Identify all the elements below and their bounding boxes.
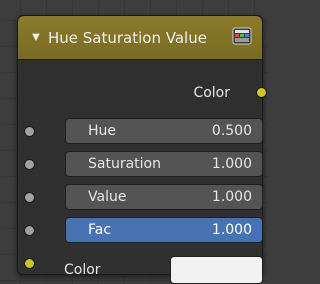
node-title: Hue Saturation Value [48, 29, 207, 47]
color-node-icon [232, 27, 252, 45]
fac-label: Fac [88, 222, 112, 238]
color-input-socket[interactable] [24, 258, 35, 269]
hue-saturation-value-node[interactable]: ▼ Hue Saturation Value Color Hue 0.500 S… [17, 15, 267, 284]
value-value: 1.000 [211, 189, 252, 205]
saturation-socket[interactable] [24, 159, 35, 170]
saturation-value: 1.000 [211, 156, 252, 172]
collapse-triangle-icon[interactable]: ▼ [30, 32, 42, 44]
hue-field[interactable]: Hue 0.500 [65, 118, 263, 144]
hue-label: Hue [88, 123, 117, 139]
saturation-field[interactable]: Saturation 1.000 [65, 151, 263, 177]
node-editor-canvas[interactable]: ▼ Hue Saturation Value Color Hue 0.500 S… [0, 0, 268, 284]
fac-field[interactable]: Fac 1.000 [65, 217, 263, 243]
value-socket[interactable] [24, 192, 35, 203]
fac-value: 1.000 [211, 222, 252, 238]
output-color-socket[interactable] [256, 87, 267, 98]
output-color-label: Color [193, 85, 230, 101]
node-header[interactable]: ▼ Hue Saturation Value [18, 16, 262, 60]
color-swatch[interactable] [170, 256, 263, 284]
value-field[interactable]: Value 1.000 [65, 184, 263, 210]
hue-value: 0.500 [211, 123, 252, 139]
saturation-label: Saturation [88, 156, 161, 172]
hue-socket[interactable] [24, 126, 35, 137]
color-input-label: Color [64, 262, 101, 278]
value-label: Value [88, 189, 127, 205]
fac-socket[interactable] [24, 225, 35, 236]
